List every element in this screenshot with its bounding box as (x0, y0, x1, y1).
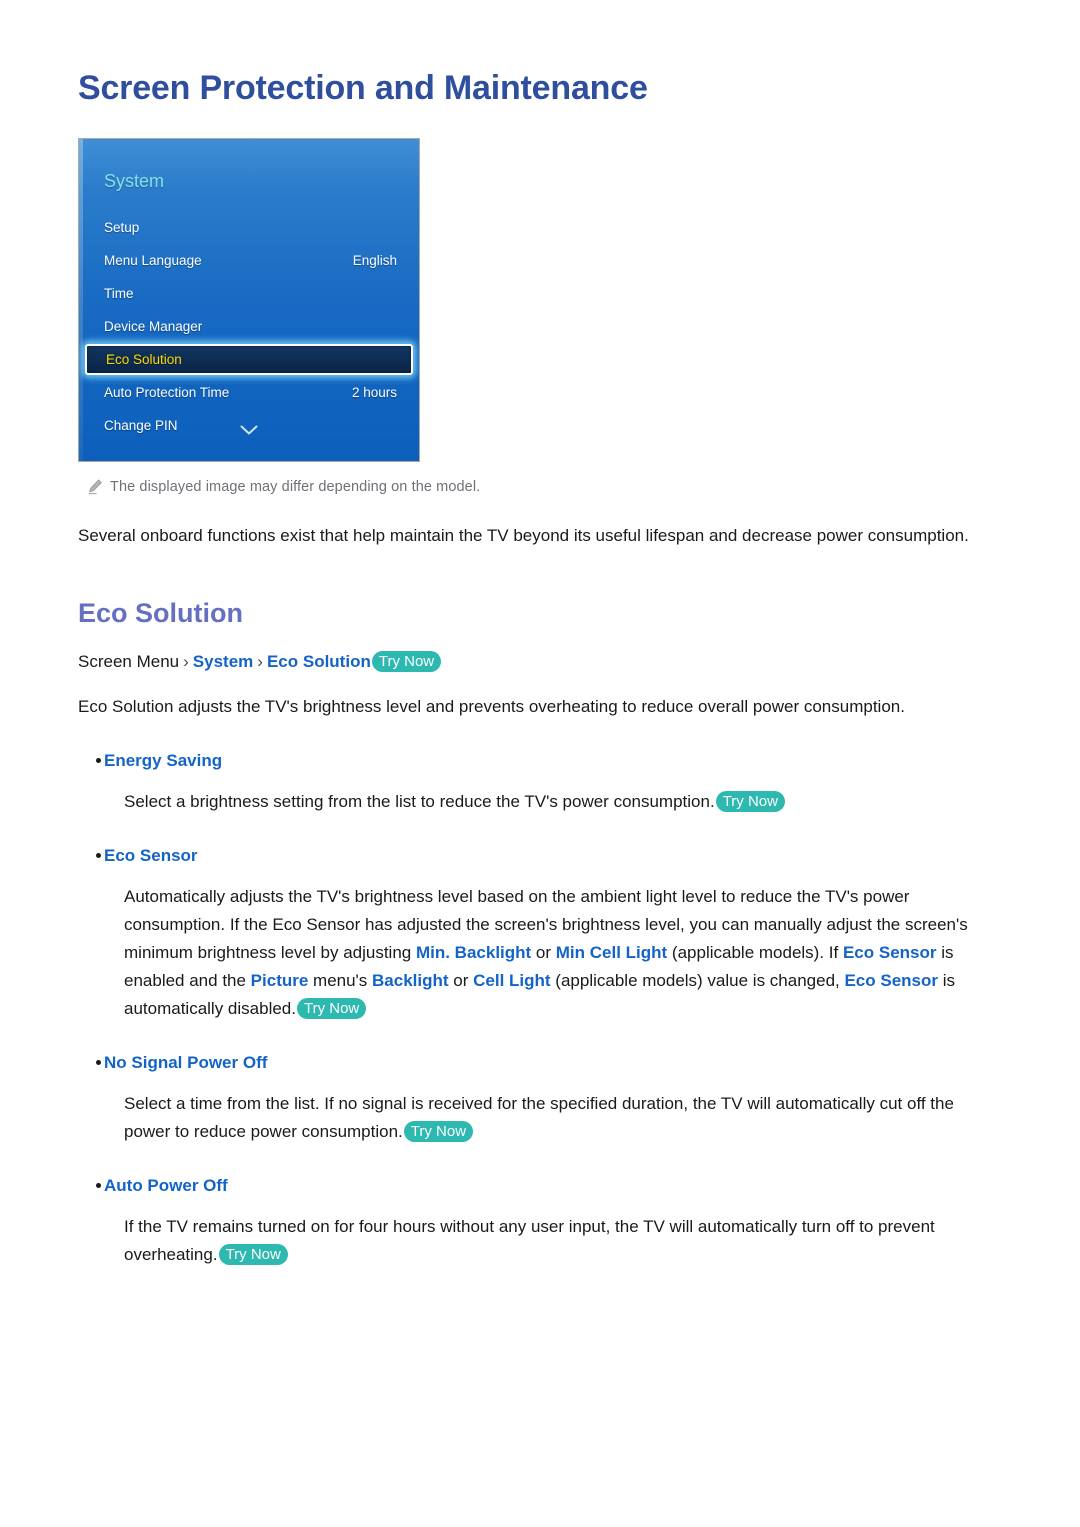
tv-menu-item-value: English (352, 253, 397, 268)
tv-menu-item-device-manager[interactable]: Device Manager (79, 310, 419, 343)
bullet-dot-icon (78, 842, 104, 869)
inline-term-eco-sensor: Eco Sensor (842, 943, 937, 962)
bullet-energy-saving: Energy Saving (78, 747, 1002, 774)
try-now-badge[interactable]: Try Now (715, 791, 785, 812)
bullet-body-text: menu's (308, 971, 373, 990)
tv-menu-panel: System Setup Menu Language English Time … (78, 138, 420, 462)
tv-menu-item-label: Device Manager (104, 319, 203, 334)
inline-term-cell-light: Cell Light (473, 971, 551, 990)
lead-paragraph: Several onboard functions exist that hel… (78, 526, 969, 545)
tv-menu-item-setup[interactable]: Setup (79, 211, 419, 244)
bullet-body-text: Select a brightness setting from the lis… (124, 792, 715, 811)
page-title: Screen Protection and Maintenance (78, 69, 648, 107)
tv-menu-figure: System Setup Menu Language English Time … (78, 138, 420, 462)
tv-menu-item-label: Eco Solution (106, 352, 182, 367)
pencil-icon (88, 477, 110, 500)
bullet-auto-power-off: Auto Power Off (78, 1172, 1002, 1199)
bullet-label: Auto Power Off (104, 1176, 228, 1195)
tv-menu-item-label: Time (104, 286, 134, 301)
breadcrumb-link-eco-solution[interactable]: Eco Solution (267, 652, 371, 671)
tv-menu-item-value: 2 hours (351, 385, 397, 400)
breadcrumb-separator: › (257, 652, 263, 671)
document-page: Screen Protection and Maintenance System… (0, 0, 1080, 1527)
bullet-body-text: (applicable models). If (667, 943, 843, 962)
bullet-body-text: or (531, 943, 556, 962)
bullet-label: Energy Saving (104, 751, 223, 770)
note-line: The displayed image may differ depending… (88, 477, 1002, 500)
tv-menu-item-label: Menu Language (104, 253, 202, 268)
bullet-body-text: Select a time from the list. If no signa… (124, 1094, 954, 1141)
bullet-dot-icon (78, 747, 104, 774)
inline-term-backlight: Backlight (372, 971, 449, 990)
bullet-body-text: (applicable models) value is changed, (550, 971, 845, 990)
bullet-body-text: or (448, 971, 474, 990)
tv-menu-item-eco-solution[interactable]: Eco Solution (85, 344, 413, 375)
breadcrumb: Screen Menu › System › Eco Solution Try Now (78, 648, 1002, 675)
tv-menu-header: System (104, 171, 165, 191)
try-now-badge[interactable]: Try Now (403, 1121, 474, 1142)
try-now-badge[interactable]: Try Now (218, 1244, 288, 1265)
bullet-body-eco-sensor: Automatically adjusts the TV's brightnes… (124, 883, 1002, 1023)
tv-menu-item-label: Setup (104, 220, 140, 235)
tv-menu-item-menu-language[interactable]: Menu Language English (79, 244, 419, 277)
breadcrumb-prefix: Screen Menu (78, 652, 180, 671)
chevron-down-icon[interactable] (79, 424, 419, 439)
bullet-label: No Signal Power Off (104, 1053, 268, 1072)
try-now-badge[interactable]: Try Now (296, 998, 367, 1019)
bullet-dot-icon (78, 1049, 104, 1076)
tv-menu-item-time[interactable]: Time (79, 277, 419, 310)
bullet-body-no-signal-power-off: Select a time from the list. If no signa… (124, 1090, 1002, 1146)
breadcrumb-separator: › (183, 652, 189, 671)
bullet-no-signal-power-off: No Signal Power Off (78, 1049, 1002, 1076)
bullet-body-energy-saving: Select a brightness setting from the lis… (124, 788, 1002, 816)
section-heading-eco-solution: Eco Solution (78, 598, 243, 628)
breadcrumb-link-system[interactable]: System (193, 652, 253, 671)
try-now-badge[interactable]: Try Now (371, 651, 442, 672)
inline-term-picture: Picture (250, 971, 309, 990)
inline-term-min-backlight: Min. Backlight (415, 943, 532, 962)
inline-term-min-cell-light: Min Cell Light (555, 943, 668, 962)
inline-term-eco-sensor-2: Eco Sensor (844, 971, 939, 990)
bullet-dot-icon (78, 1172, 104, 1199)
section-intro-paragraph: Eco Solution adjusts the TV's brightness… (78, 697, 905, 716)
tv-menu-item-label: Auto Protection Time (104, 385, 230, 400)
bullet-label: Eco Sensor (104, 846, 198, 865)
bullet-body-auto-power-off: If the TV remains turned on for four hou… (124, 1213, 1002, 1269)
tv-menu-item-auto-protection-time[interactable]: Auto Protection Time 2 hours (79, 376, 419, 409)
note-text: The displayed image may differ depending… (110, 479, 481, 495)
tv-menu-list: Setup Menu Language English Time Device … (79, 211, 419, 442)
bullet-eco-sensor: Eco Sensor (78, 842, 1002, 869)
